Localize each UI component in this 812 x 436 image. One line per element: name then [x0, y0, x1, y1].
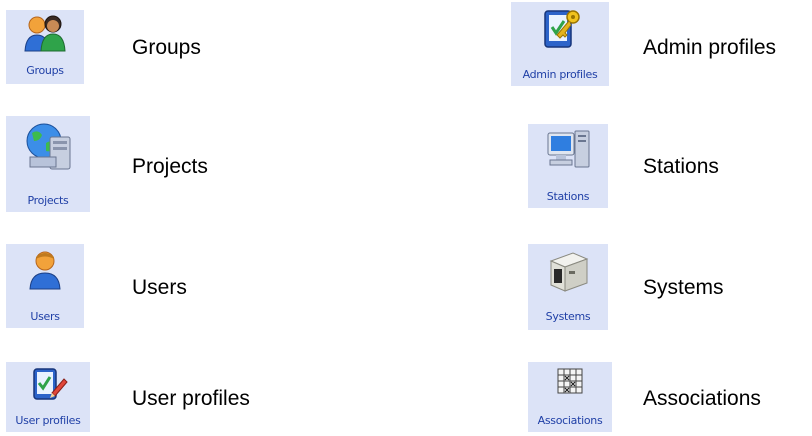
- user-profiles-tile-caption: User profiles: [15, 414, 81, 427]
- groups-tile-button[interactable]: Groups: [6, 10, 84, 84]
- users-tile-caption: Users: [30, 310, 60, 323]
- associations-grid-icon: [557, 368, 583, 394]
- projects-label[interactable]: Projects: [132, 155, 208, 179]
- stations-computer-icon: [547, 130, 590, 168]
- stations-label[interactable]: Stations: [643, 155, 719, 179]
- user-icon: [29, 251, 61, 290]
- user-profiles-tile-button[interactable]: User profiles: [6, 362, 90, 432]
- systems-label[interactable]: Systems: [643, 276, 724, 300]
- projects-tile-caption: Projects: [27, 194, 69, 207]
- stations-tile-caption: Stations: [546, 190, 590, 203]
- groups-tile-caption: Groups: [26, 64, 64, 77]
- stations-tile-button[interactable]: Stations: [528, 124, 608, 208]
- systems-tile-caption: Systems: [545, 310, 591, 323]
- systems-tile-button[interactable]: Systems: [528, 244, 608, 330]
- associations-label[interactable]: Associations: [643, 387, 761, 411]
- groups-label[interactable]: Groups: [132, 36, 201, 60]
- users-label[interactable]: Users: [132, 276, 187, 300]
- user-profiles-label[interactable]: User profiles: [132, 387, 250, 411]
- associations-tile-button[interactable]: Associations: [528, 362, 612, 432]
- admin-profile-key-icon: [544, 10, 580, 48]
- systems-machine-icon: [549, 252, 589, 292]
- admin-profiles-tile-caption: Admin profiles: [522, 68, 598, 81]
- groups-icon: [24, 15, 66, 52]
- admin-profiles-label[interactable]: Admin profiles: [643, 36, 776, 60]
- projects-tile-button[interactable]: Projects: [6, 116, 90, 212]
- admin-profiles-tile-button[interactable]: Admin profiles: [511, 2, 609, 86]
- projects-globe-computer-icon: [26, 123, 71, 170]
- users-tile-button[interactable]: Users: [6, 244, 84, 328]
- associations-tile-caption: Associations: [537, 414, 603, 427]
- user-profile-pencil-icon: [33, 368, 68, 400]
